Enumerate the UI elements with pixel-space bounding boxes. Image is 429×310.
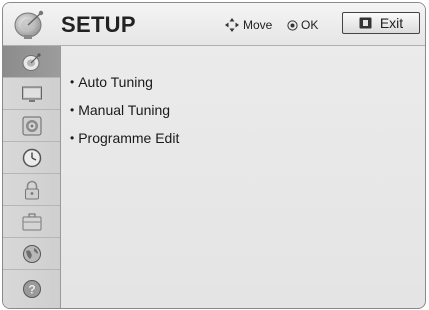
menu-item-label: Manual Tuning — [78, 102, 171, 118]
move-hint-label: Move — [243, 18, 273, 32]
clock-time-icon — [22, 148, 41, 167]
menu-item-auto-tuning[interactable]: • Auto Tuning — [70, 72, 179, 100]
content-panel: • Auto Tuning • Manual Tuning • Programm… — [61, 46, 425, 308]
ok-hint: OK — [287, 18, 318, 32]
exit-button[interactable]: Exit — [342, 12, 420, 34]
svg-text:?: ? — [28, 283, 35, 297]
sidebar-item-lock[interactable] — [3, 174, 60, 206]
setup-window: SETUP Move OK Exit ? • Auto Tuning • Man… — [2, 2, 426, 309]
sidebar-item-setup[interactable] — [3, 46, 60, 78]
globe-network-icon — [22, 244, 41, 263]
sidebar: ? — [3, 46, 61, 308]
lock-icon — [24, 180, 39, 199]
bullet: • — [70, 131, 75, 145]
speaker-audio-icon — [22, 116, 41, 135]
move-arrows-icon — [225, 18, 239, 32]
sidebar-item-audio[interactable] — [3, 110, 60, 142]
sidebar-item-support[interactable]: ? — [3, 270, 60, 308]
question-help-icon: ? — [22, 280, 41, 298]
sidebar-item-time[interactable] — [3, 142, 60, 174]
sidebar-item-picture[interactable] — [3, 78, 60, 110]
tv-picture-icon — [21, 86, 42, 102]
header-bar: SETUP Move OK Exit — [3, 3, 425, 46]
menu-item-label: Programme Edit — [78, 130, 180, 146]
sidebar-item-option[interactable] — [3, 206, 60, 238]
bullet: • — [70, 75, 75, 89]
menu-item-programme-edit[interactable]: • Programme Edit — [70, 128, 179, 156]
menu-item-label: Auto Tuning — [78, 74, 153, 90]
setup-menu: • Auto Tuning • Manual Tuning • Programm… — [70, 72, 179, 156]
briefcase-option-icon — [22, 212, 41, 230]
satellite-dish-icon — [14, 10, 44, 39]
menu-item-manual-tuning[interactable]: • Manual Tuning — [70, 100, 179, 128]
exit-icon — [359, 17, 372, 29]
page-title: SETUP — [61, 12, 136, 37]
exit-button-label: Exit — [379, 15, 404, 31]
satellite-dish-icon — [22, 52, 41, 71]
sidebar-item-network[interactable] — [3, 238, 60, 270]
bullet: • — [70, 103, 75, 117]
ok-hint-label: OK — [301, 18, 319, 32]
ok-button-icon — [287, 19, 298, 31]
move-hint: Move — [225, 18, 272, 32]
